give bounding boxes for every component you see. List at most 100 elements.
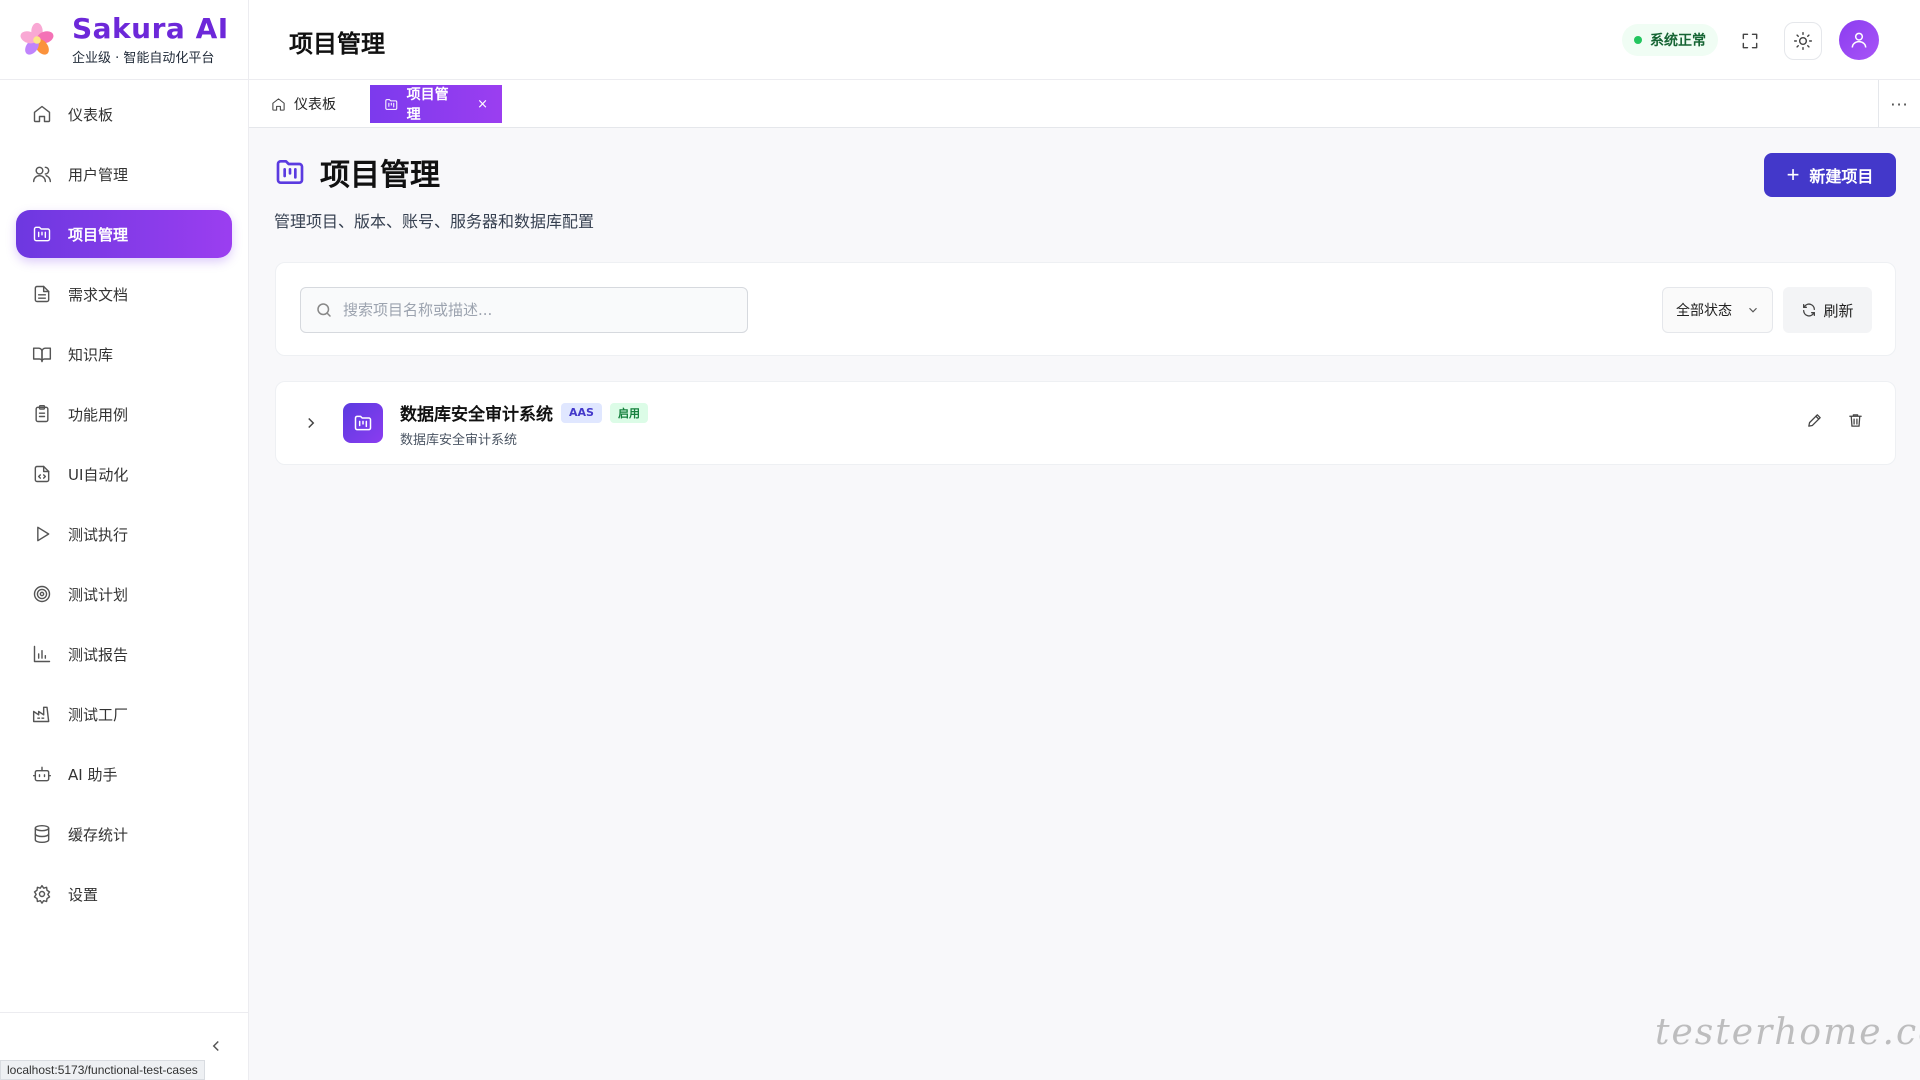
system-status-text: 系统正常 [1650, 33, 1706, 49]
more-horizontal-icon: ··· [1890, 94, 1909, 114]
theme-toggle-button[interactable] [1784, 22, 1822, 60]
chevron-left-icon [212, 1040, 219, 1052]
sidebar-item-settings[interactable]: 设置 [16, 870, 232, 918]
target-icon [33, 585, 51, 603]
sidebar-item-ai-assistant[interactable]: AI 助手 [16, 750, 232, 798]
project-status-badge: 启用 [609, 402, 648, 423]
settings-icon [33, 884, 51, 904]
file-text-icon [34, 285, 50, 303]
brand-title: Sakura AI [72, 12, 229, 45]
sun-icon [1793, 31, 1813, 51]
home-icon [33, 105, 51, 123]
tabs-more-button[interactable]: ··· [1878, 80, 1920, 128]
sidebar-item-users[interactable]: 用户管理 [16, 150, 232, 198]
refresh-button[interactable]: 刷新 [1783, 287, 1872, 333]
brand-subtitle: 企业级 · 智能自动化平台 [72, 51, 215, 66]
sidebar-item-label: 设置 [68, 885, 99, 904]
sidebar-item-label: 缓存统计 [68, 825, 129, 844]
expand-row-button[interactable] [302, 414, 320, 432]
sidebar-item-label: AI 助手 [68, 765, 118, 784]
sidebar-item-test-plan[interactable]: 测试计划 [16, 570, 232, 618]
project-name: 数据库安全审计系统 [400, 405, 553, 425]
book-open-icon [32, 347, 52, 363]
users-icon [32, 166, 52, 183]
trash-icon [1849, 414, 1862, 427]
watermark: testerhome.com [1655, 1012, 1920, 1053]
sidebar-item-test-execution[interactable]: 测试执行 [16, 510, 232, 558]
sidebar-item-label: 仪表板 [68, 105, 114, 124]
play-icon [37, 526, 50, 542]
tab-label: 项目管理 [406, 87, 449, 123]
project-code-badge: AAS [561, 402, 602, 423]
search-input[interactable] [343, 301, 723, 319]
folder-kanban-icon [385, 98, 398, 110]
sidebar-item-label: 需求文档 [68, 285, 129, 304]
sidebar-item-label: UI自动化 [68, 465, 129, 484]
page-subtitle: 管理项目、版本、账号、服务器和数据库配置 [274, 212, 595, 231]
project-description: 数据库安全审计系统 [400, 433, 518, 448]
tab-dashboard[interactable]: 仪表板 [257, 85, 350, 123]
sidebar-item-dashboard[interactable]: 仪表板 [16, 90, 232, 138]
database-icon [34, 824, 50, 844]
refresh-label: 刷新 [1823, 301, 1854, 320]
project-row: 数据库安全审计系统 AAS 启用 数据库安全审计系统 [275, 381, 1896, 465]
sidebar-item-label: 功能用例 [68, 405, 129, 424]
project-avatar [343, 403, 383, 443]
sidebar-item-label: 测试报告 [68, 645, 129, 664]
folder-kanban-icon [276, 160, 304, 184]
status-filter-value: 全部状态 [1676, 303, 1732, 319]
project-name-row: 数据库安全审计系统 AAS 启用 [400, 400, 648, 425]
sidebar-item-cache-stats[interactable]: 缓存统计 [16, 810, 232, 858]
new-project-label: 新建项目 [1809, 169, 1874, 186]
sidebar-item-label: 测试执行 [68, 525, 129, 544]
factory-icon [32, 706, 50, 723]
chevron-right-icon [308, 417, 315, 429]
sidebar-nav: 仪表板 用户管理 项目管理 需求文档 知识库 功能用例 UI自动化 测试执行 测… [0, 80, 248, 918]
status-filter-select[interactable]: 全部状态 [1662, 287, 1773, 333]
sidebar-item-label: 测试计划 [68, 585, 129, 604]
collapse-sidebar-button[interactable] [207, 1037, 225, 1055]
new-project-button[interactable]: + 新建项目 [1764, 153, 1896, 197]
delete-project-button[interactable] [1847, 412, 1867, 432]
sidebar-item-test-report[interactable]: 测试报告 [16, 630, 232, 678]
search-icon [317, 303, 331, 317]
sidebar-item-label: 用户管理 [68, 165, 129, 184]
clipboard-list-icon [35, 404, 49, 423]
user-icon [1851, 32, 1867, 48]
page-header: 项目管理 管理项目、版本、账号、服务器和数据库配置 [274, 150, 594, 232]
sidebar-item-functional-cases[interactable]: 功能用例 [16, 390, 232, 438]
tab-label: 仪表板 [294, 97, 336, 113]
filter-card: 全部状态 刷新 [275, 262, 1896, 356]
page-title-text: 项目管理 [320, 158, 440, 193]
sidebar-item-knowledge[interactable]: 知识库 [16, 330, 232, 378]
file-code-icon [34, 465, 50, 483]
sidebar-item-label: 测试工厂 [68, 705, 129, 724]
maximize-icon [1742, 33, 1758, 49]
sidebar-item-projects[interactable]: 项目管理 [16, 210, 232, 258]
home-icon [272, 97, 285, 111]
edit-project-button[interactable] [1806, 412, 1826, 432]
status-dot-icon [1634, 36, 1642, 44]
sidebar-item-test-factory[interactable]: 测试工厂 [16, 690, 232, 738]
tab-project-management[interactable]: 项目管理 × [370, 85, 502, 123]
bot-icon [32, 766, 52, 782]
fullscreen-button[interactable] [1731, 22, 1769, 60]
sidebar: Sakura AI 企业级 · 智能自动化平台 仪表板 用户管理 项目管理 需求… [0, 0, 249, 1080]
sidebar-item-ui-automation[interactable]: UI自动化 [16, 450, 232, 498]
refresh-icon [1803, 303, 1816, 317]
folder-kanban-icon [354, 415, 372, 431]
sidebar-item-requirements[interactable]: 需求文档 [16, 270, 232, 318]
sidebar-item-label: 知识库 [68, 345, 114, 364]
user-avatar-button[interactable] [1839, 20, 1879, 60]
tab-close-icon[interactable]: × [477, 97, 488, 112]
brand: Sakura AI 企业级 · 智能自动化平台 [0, 0, 248, 80]
chevron-down-icon [1749, 307, 1757, 313]
search-box [300, 287, 748, 333]
sakura-logo-icon [20, 22, 54, 55]
header-title: 项目管理 [289, 30, 385, 58]
tabs-bar: 仪表板 项目管理 × ··· [249, 80, 1920, 128]
browser-status-url: localhost:5173/functional-test-cases [0, 1060, 205, 1080]
top-header: 项目管理 系统正常 [249, 0, 1920, 80]
plus-icon: + [1786, 162, 1800, 187]
bar-chart-icon [33, 645, 51, 663]
